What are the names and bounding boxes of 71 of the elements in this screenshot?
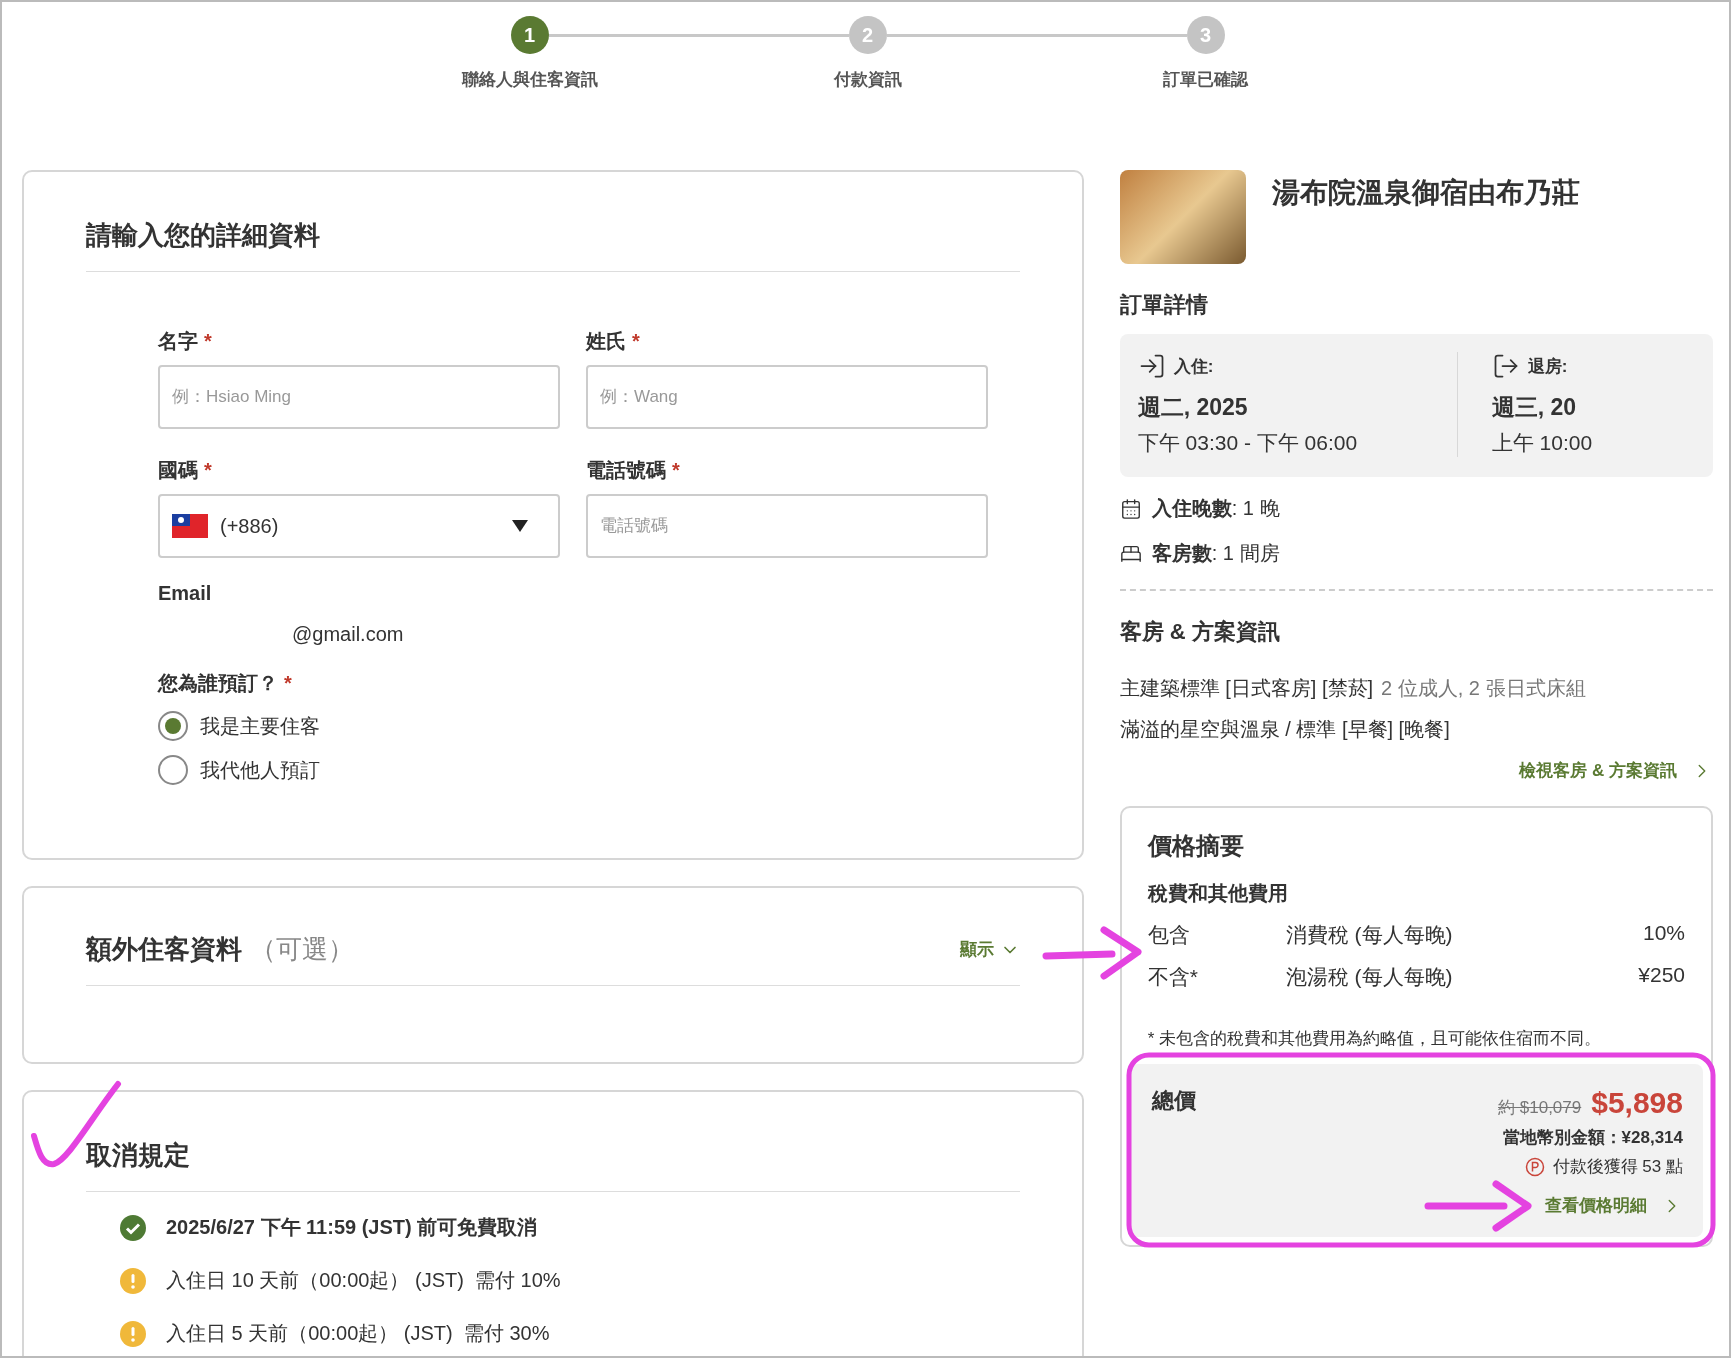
- required-mark: *: [672, 459, 680, 482]
- original-price: 約 $10,079: [1498, 1097, 1582, 1119]
- step-number: 1: [510, 16, 549, 54]
- tax-name: 消費稅 (每人每晚): [1285, 922, 1454, 948]
- input-field[interactable]: 例：Hsiao Ming: [158, 365, 560, 429]
- footnote: * 未包含的稅費和其他費用為約略值，且可能依住宿而不同。: [1147, 1028, 1603, 1050]
- dropdown-icon: [512, 520, 528, 532]
- radio-label: 我是主要住客: [200, 713, 320, 739]
- input-field[interactable]: 電話號碼: [586, 494, 988, 558]
- step-number: 2: [848, 16, 887, 54]
- local-currency-amount: 當地幣別金額：¥28,314: [1502, 1127, 1683, 1149]
- optional-note: （可選）: [250, 933, 354, 966]
- flag-icon: [172, 514, 208, 538]
- step-number: 3: [1186, 16, 1225, 54]
- input-field[interactable]: 例：Wang: [586, 365, 988, 429]
- section-title: 客房 & 方案資訊: [1119, 618, 1281, 646]
- subsection-title: 稅費和其他費用: [1147, 881, 1289, 906]
- policy-text: 入住日 10 天前（00:00起） (JST) 需付 10%: [166, 1268, 561, 1293]
- tax-amount: ¥250: [1638, 963, 1685, 988]
- country-code-select[interactable]: (+886): [158, 494, 560, 558]
- tax-status: 不含*: [1147, 964, 1199, 990]
- card-title: 額外住客資料: [86, 933, 242, 966]
- section-title: 價格摘要: [1147, 831, 1245, 861]
- radio-label: 我代他人預訂: [200, 757, 320, 783]
- policy-text: 入住日 5 天前（00:00起） (JST) 需付 30%: [166, 1321, 550, 1346]
- tax-status: 包含: [1147, 922, 1191, 948]
- tax-name: 泡湯稅 (每人每晚): [1285, 964, 1454, 990]
- price-details-link[interactable]: 查看價格明細: [1545, 1194, 1683, 1217]
- field-label: 您為誰預訂？: [158, 671, 278, 696]
- occupancy-text: 2 位成人, 2 張日式床組: [1381, 676, 1586, 701]
- points-icon: [1524, 1156, 1545, 1177]
- email-value: @gmail.com: [292, 623, 405, 646]
- field-label: Email: [158, 582, 213, 605]
- card-title: 取消規定: [86, 1139, 190, 1172]
- plan-text: 主建築標準 [日式客房] [禁菸]: [1119, 676, 1374, 701]
- step-label: 聯絡人與住客資訊: [460, 69, 599, 91]
- nights-text: 入住晚數: 1 晚: [1151, 496, 1280, 521]
- date-label: 入住:: [1173, 355, 1214, 378]
- time-text: 上午 10:00: [1491, 430, 1594, 456]
- date-text: 週三, 20: [1491, 393, 1578, 422]
- total-label: 總價: [1151, 1087, 1196, 1115]
- field-label: 電話號碼: [586, 458, 666, 483]
- section-title: 訂單詳情: [1119, 291, 1209, 319]
- radio-button[interactable]: [158, 755, 188, 785]
- required-mark: *: [204, 459, 212, 482]
- field-label: 名字: [158, 329, 198, 354]
- date-label: 退房:: [1527, 355, 1568, 378]
- required-mark: *: [204, 330, 212, 353]
- date-text: 週二, 2025: [1137, 393, 1249, 422]
- card-title: 請輸入您的詳細資料: [86, 219, 320, 252]
- total-price: $5,898: [1591, 1086, 1683, 1120]
- time-text: 下午 03:30 - 下午 06:00: [1137, 430, 1359, 456]
- required-mark: *: [284, 672, 292, 695]
- rooms-text: 客房數: 1 間房: [1151, 541, 1280, 566]
- step-label: 付款資訊: [832, 69, 903, 91]
- points-text: 付款後獲得 53 點: [1552, 1156, 1683, 1178]
- warning-icon: [120, 1267, 146, 1294]
- warning-icon: [120, 1320, 146, 1347]
- policy-text: 2025/6/27 下午 11:59 (JST) 前可免費取消: [166, 1215, 538, 1240]
- step-label: 訂單已確認: [1162, 69, 1250, 91]
- calendar-icon: [1119, 497, 1142, 520]
- check-circle-icon: [120, 1214, 146, 1241]
- field-label: 姓氏: [586, 329, 626, 354]
- tax-amount: 10%: [1642, 921, 1685, 946]
- show-toggle[interactable]: 顯示: [959, 938, 1020, 961]
- room-info-link[interactable]: 檢視客房 & 方案資訊: [1519, 759, 1713, 782]
- field-label: 國碼: [158, 458, 198, 483]
- radio-button[interactable]: [158, 711, 188, 741]
- plan-text: 滿溢的星空與溫泉 / 標準 [早餐] [晚餐]: [1119, 717, 1450, 742]
- hotel-name: 湯布院溫泉御宿由布乃莊: [1271, 176, 1580, 210]
- required-mark: *: [632, 330, 640, 353]
